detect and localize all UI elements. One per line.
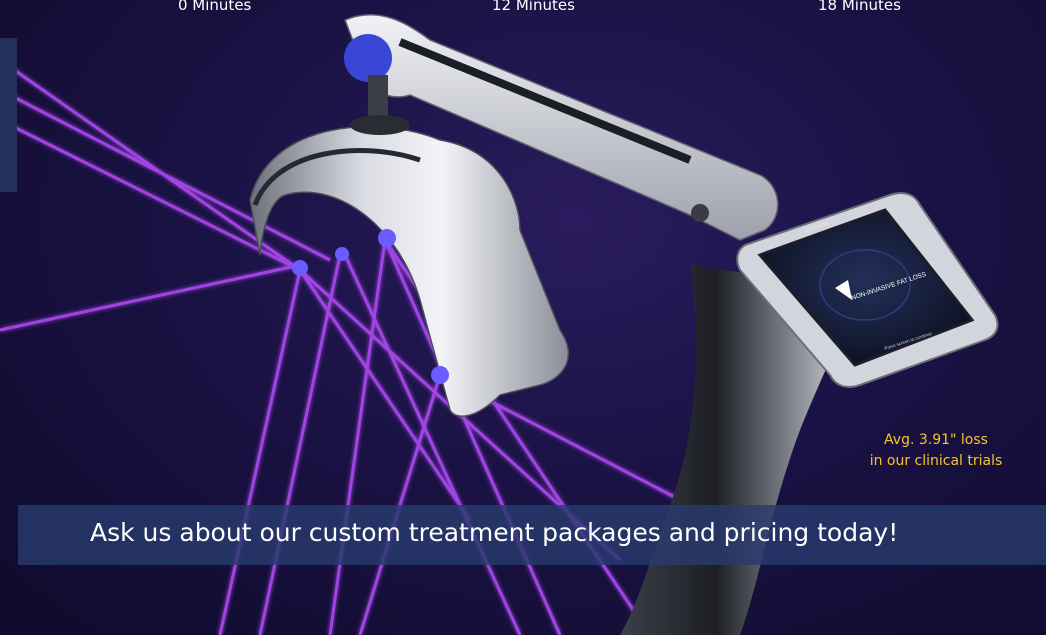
- cta-banner-text: Ask us about our custom treatment packag…: [90, 518, 899, 547]
- stat-line-1: Avg. 3.91" loss: [884, 432, 988, 448]
- timeline-label-12: 12 Minutes: [492, 0, 575, 14]
- cta-banner: Ask us about our custom treatment packag…: [18, 505, 1046, 565]
- stat-line-2: in our clinical trials: [869, 453, 1003, 469]
- timeline-label-18: 18 Minutes: [818, 0, 901, 14]
- side-panel-tab[interactable]: [0, 38, 17, 192]
- timeline-label-0: 0 Minutes: [178, 0, 252, 14]
- arm-pivot-icon: [344, 34, 392, 82]
- clinical-stat: Avg. 3.91" loss in our clinical trials: [836, 430, 1036, 472]
